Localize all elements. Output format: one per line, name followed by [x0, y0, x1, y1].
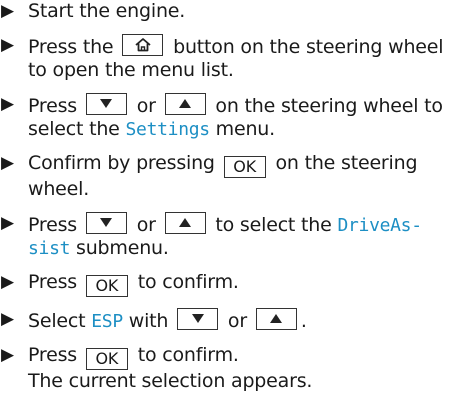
step-line: Confirm by pressing OK on the steering [28, 152, 464, 178]
step-text: Press the [28, 36, 120, 58]
step-text: to select the [209, 214, 338, 236]
instruction-step: ▶ Press the button on the steering wheel t… [0, 34, 464, 82]
menu-term: Settings [125, 119, 211, 140]
step-line: sist submenu. [28, 237, 464, 260]
step-text: to open the menu list. [28, 59, 234, 81]
step-text: Start the engine. [28, 0, 186, 22]
up-triangle-key [255, 308, 297, 330]
menu-term: DriveAs- [337, 215, 422, 236]
step-text: submenu. [70, 237, 169, 259]
step-line: Press the button on the steering wheel [28, 34, 464, 59]
step-line: Select ESP with or . [28, 308, 464, 333]
bullet-arrow-icon: ▶ [1, 272, 14, 292]
step-line: Press or on the steering wheel to [28, 93, 464, 118]
step-text: or [130, 95, 162, 117]
down-triangle-icon [87, 96, 126, 110]
step-line: to open the menu list. [28, 59, 464, 82]
up-triangle-icon [166, 96, 205, 110]
step-line: select the Settings menu. [28, 118, 464, 141]
bullet-arrow-icon: ▶ [1, 153, 14, 173]
step-text: button on the steering wheel [167, 36, 444, 58]
step-result: The current selection appears. [28, 370, 313, 392]
step-line: Press OK to confirm. [28, 271, 464, 297]
step-text: on the steering wheel to [209, 95, 443, 117]
step-text: menu. [209, 118, 276, 140]
instruction-step: ▶ Press OK to confirm. The current selecti… [0, 344, 464, 393]
bullet-arrow-icon: ▶ [1, 345, 14, 365]
up-triangle-icon [257, 311, 296, 325]
step-text: wheel. [28, 178, 90, 200]
bullet-arrow-icon: ▶ [1, 35, 14, 55]
up-triangle-key [164, 212, 206, 234]
step-text: Confirm by pressing [28, 152, 221, 174]
step-line: Press or to select the DriveAs- [28, 212, 464, 237]
instruction-step: ▶ Press or on the steering wheel to select… [0, 93, 464, 141]
step-text: Press [28, 344, 83, 366]
bullet-arrow-icon: ▶ [1, 94, 14, 114]
step-text: Press [28, 95, 83, 117]
bullet-arrow-icon: ▶ [1, 309, 14, 329]
step-text: or [130, 214, 162, 236]
step-line: Press OK to confirm. [28, 344, 464, 370]
instruction-step: ▶ Press or to select the DriveAs-sist sub… [0, 212, 464, 260]
bullet-arrow-icon: ▶ [1, 213, 14, 233]
instruction-steps: ▶ Start the engine. ▶ Press the button on t… [0, 0, 464, 404]
step-text: Select [28, 310, 92, 332]
instruction-step: ▶ Select ESP with or . [0, 308, 464, 333]
step-text: Press [28, 271, 83, 293]
step-text: . [300, 310, 307, 332]
up-triangle-icon [166, 215, 205, 229]
step-text: with [122, 310, 175, 332]
instruction-step: ▶ Start the engine. [0, 0, 464, 23]
down-triangle-icon [178, 311, 217, 325]
down-triangle-key [85, 212, 127, 234]
down-triangle-key [85, 93, 127, 115]
step-line: Start the engine. [28, 0, 464, 23]
ok-key: OK [85, 348, 128, 370]
down-triangle-key [177, 308, 219, 330]
step-line: wheel. [28, 178, 464, 201]
instruction-step: ▶ Confirm by pressing OK on the steering w… [0, 152, 464, 201]
menu-term: ESP [91, 311, 123, 332]
bullet-arrow-icon: ▶ [1, 1, 14, 21]
step-text: Press [28, 214, 83, 236]
home-icon [123, 37, 162, 52]
ok-key: OK [223, 156, 266, 178]
down-triangle-icon [87, 215, 126, 229]
step-text: select the [28, 118, 126, 140]
step-text: or [222, 310, 253, 332]
menu-term: sist [28, 238, 71, 259]
instruction-step: ▶ Press OK to confirm. [0, 271, 464, 297]
home-key [122, 34, 164, 56]
ok-key: OK [85, 275, 128, 297]
step-text: to confirm. [131, 271, 239, 293]
step-text: on the steering [269, 152, 418, 174]
step-text: to confirm. [131, 344, 239, 366]
up-triangle-key [164, 93, 206, 115]
